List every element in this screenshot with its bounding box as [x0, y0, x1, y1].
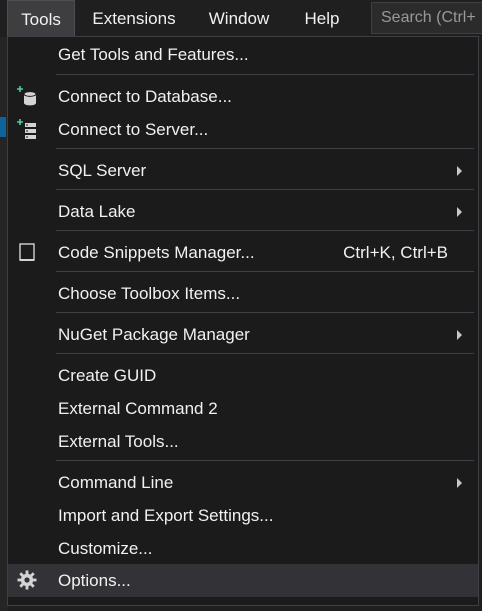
menu-separator: [56, 189, 474, 190]
snippet-icon: [16, 241, 38, 263]
menu-item-create-guid[interactable]: Create GUID: [8, 359, 478, 392]
menu-item-label: Data Lake: [58, 202, 136, 221]
menu-item-label: Customize...: [58, 539, 153, 558]
menu-item-code-snippets-manager[interactable]: Code Snippets Manager... Ctrl+K, Ctrl+B: [8, 236, 478, 269]
menu-tools[interactable]: Tools: [7, 0, 75, 37]
menu-separator: [56, 230, 474, 231]
menu-item-label: SQL Server: [58, 161, 147, 180]
menu-item-choose-toolbox-items[interactable]: Choose Toolbox Items...: [8, 277, 478, 310]
editor-selection-marker: [0, 117, 6, 137]
menu-item-label: NuGet Package Manager: [58, 325, 250, 344]
ide-window: Tools Extensions Window Help Search (Ctr…: [0, 0, 482, 611]
menu-window[interactable]: Window: [194, 0, 284, 37]
menu-item-label: Connect to Database...: [58, 87, 232, 106]
menu-extensions[interactable]: Extensions: [80, 0, 188, 37]
menu-separator: [56, 148, 474, 149]
menu-item-sql-server[interactable]: SQL Server: [8, 154, 478, 187]
menu-item-data-lake[interactable]: Data Lake: [8, 195, 478, 228]
menu-item-label: Create GUID: [58, 366, 157, 385]
menu-item-label: Connect to Server...: [58, 120, 209, 139]
menu-separator: [56, 460, 474, 461]
menu-separator: [56, 312, 474, 313]
menu-item-connect-server[interactable]: Connect to Server...: [8, 113, 478, 146]
menu-item-get-tools[interactable]: Get Tools and Features...: [8, 38, 478, 71]
submenu-arrow-icon: [457, 207, 462, 217]
menu-item-label: External Tools...: [58, 432, 179, 451]
menu-item-label: Command Line: [58, 473, 174, 492]
tools-dropdown-menu: Get Tools and Features... Connect to Dat…: [7, 36, 479, 606]
search-input[interactable]: Search (Ctrl+: [371, 2, 482, 34]
menu-help[interactable]: Help: [292, 0, 352, 37]
menu-item-label: Choose Toolbox Items...: [58, 284, 241, 303]
menu-item-nuget-package-manager[interactable]: NuGet Package Manager: [8, 318, 478, 351]
menu-bar: Tools Extensions Window Help Search (Ctr…: [0, 0, 482, 37]
menu-item-label: Options...: [58, 571, 131, 590]
submenu-arrow-icon: [457, 478, 462, 488]
menu-item-import-export-settings[interactable]: Import and Export Settings...: [8, 499, 478, 532]
menu-separator: [56, 271, 474, 272]
menu-item-external-command-2[interactable]: External Command 2: [8, 392, 478, 425]
menu-item-customize[interactable]: Customize...: [8, 532, 478, 565]
database-connect-icon: [16, 85, 38, 107]
menu-separator: [56, 74, 474, 75]
submenu-arrow-icon: [457, 166, 462, 176]
menu-item-label: Code Snippets Manager...: [58, 243, 255, 262]
menu-item-label: Get Tools and Features...: [58, 45, 249, 64]
menu-item-command-line[interactable]: Command Line: [8, 466, 478, 499]
menu-separator: [56, 353, 474, 354]
submenu-arrow-icon: [457, 330, 462, 340]
gear-icon: [16, 569, 38, 591]
menu-item-options[interactable]: Options...: [8, 564, 478, 597]
menu-item-label: Import and Export Settings...: [58, 506, 274, 525]
menu-item-label: External Command 2: [58, 399, 218, 418]
server-connect-icon: [16, 118, 38, 140]
menu-item-external-tools[interactable]: External Tools...: [8, 425, 478, 458]
menu-item-shortcut: Ctrl+K, Ctrl+B: [343, 243, 448, 262]
menu-item-connect-database[interactable]: Connect to Database...: [8, 80, 478, 113]
